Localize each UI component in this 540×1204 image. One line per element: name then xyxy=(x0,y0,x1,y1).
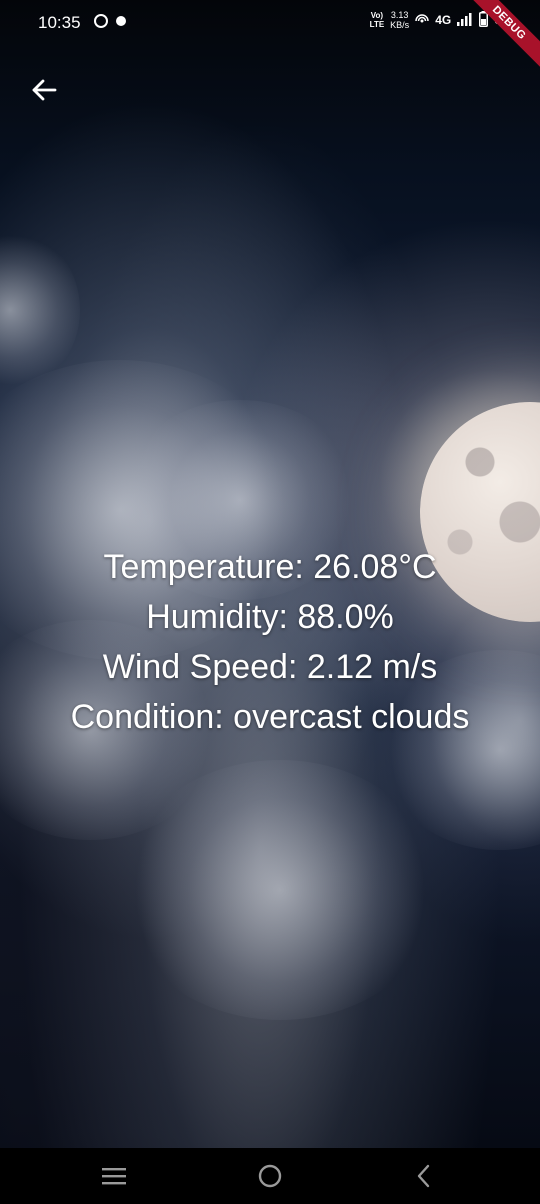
hotspot-icon xyxy=(415,12,429,29)
recents-button[interactable] xyxy=(90,1158,138,1194)
condition-text: Condition: overcast clouds xyxy=(70,698,470,736)
volte-indicator: Vo) LTE xyxy=(370,11,385,29)
speed-value: 3.13 xyxy=(390,10,409,20)
weather-screen: 10:35 Vo) LTE 3.13 KB/s 4G DEBUG Tempera… xyxy=(0,0,540,1204)
status-time: 10:35 xyxy=(38,13,81,32)
system-navigation-bar xyxy=(0,1148,540,1204)
volte-bottom-label: LTE xyxy=(369,20,385,29)
chevron-left-icon xyxy=(417,1164,430,1188)
circle-notification-icon xyxy=(94,14,108,28)
wind-speed-text: Wind Speed: 2.12 m/s xyxy=(102,648,438,686)
home-button[interactable] xyxy=(246,1158,294,1194)
signal-icon xyxy=(457,12,473,29)
network-type: 4G xyxy=(435,13,452,27)
humidity-text: Humidity: 88.0% xyxy=(146,598,394,636)
temperature-text: Temperature: 26.08°C xyxy=(103,548,437,586)
notification-icons xyxy=(94,14,126,28)
network-speed: 3.13 KB/s xyxy=(390,10,409,30)
weather-info: Temperature: 26.08°C Humidity: 88.0% Win… xyxy=(0,542,540,742)
arrow-left-icon xyxy=(32,79,57,101)
volte-top-label: Vo) xyxy=(370,11,384,20)
back-button[interactable] xyxy=(24,70,64,110)
home-circle-icon xyxy=(258,1164,282,1188)
speed-unit: KB/s xyxy=(390,20,410,30)
nav-back-button[interactable] xyxy=(400,1158,448,1194)
status-bar: 10:35 Vo) LTE 3.13 KB/s 4G DEBUG xyxy=(0,0,540,76)
menu-lines-icon xyxy=(102,1168,126,1185)
dot-notification-icon xyxy=(116,16,126,26)
